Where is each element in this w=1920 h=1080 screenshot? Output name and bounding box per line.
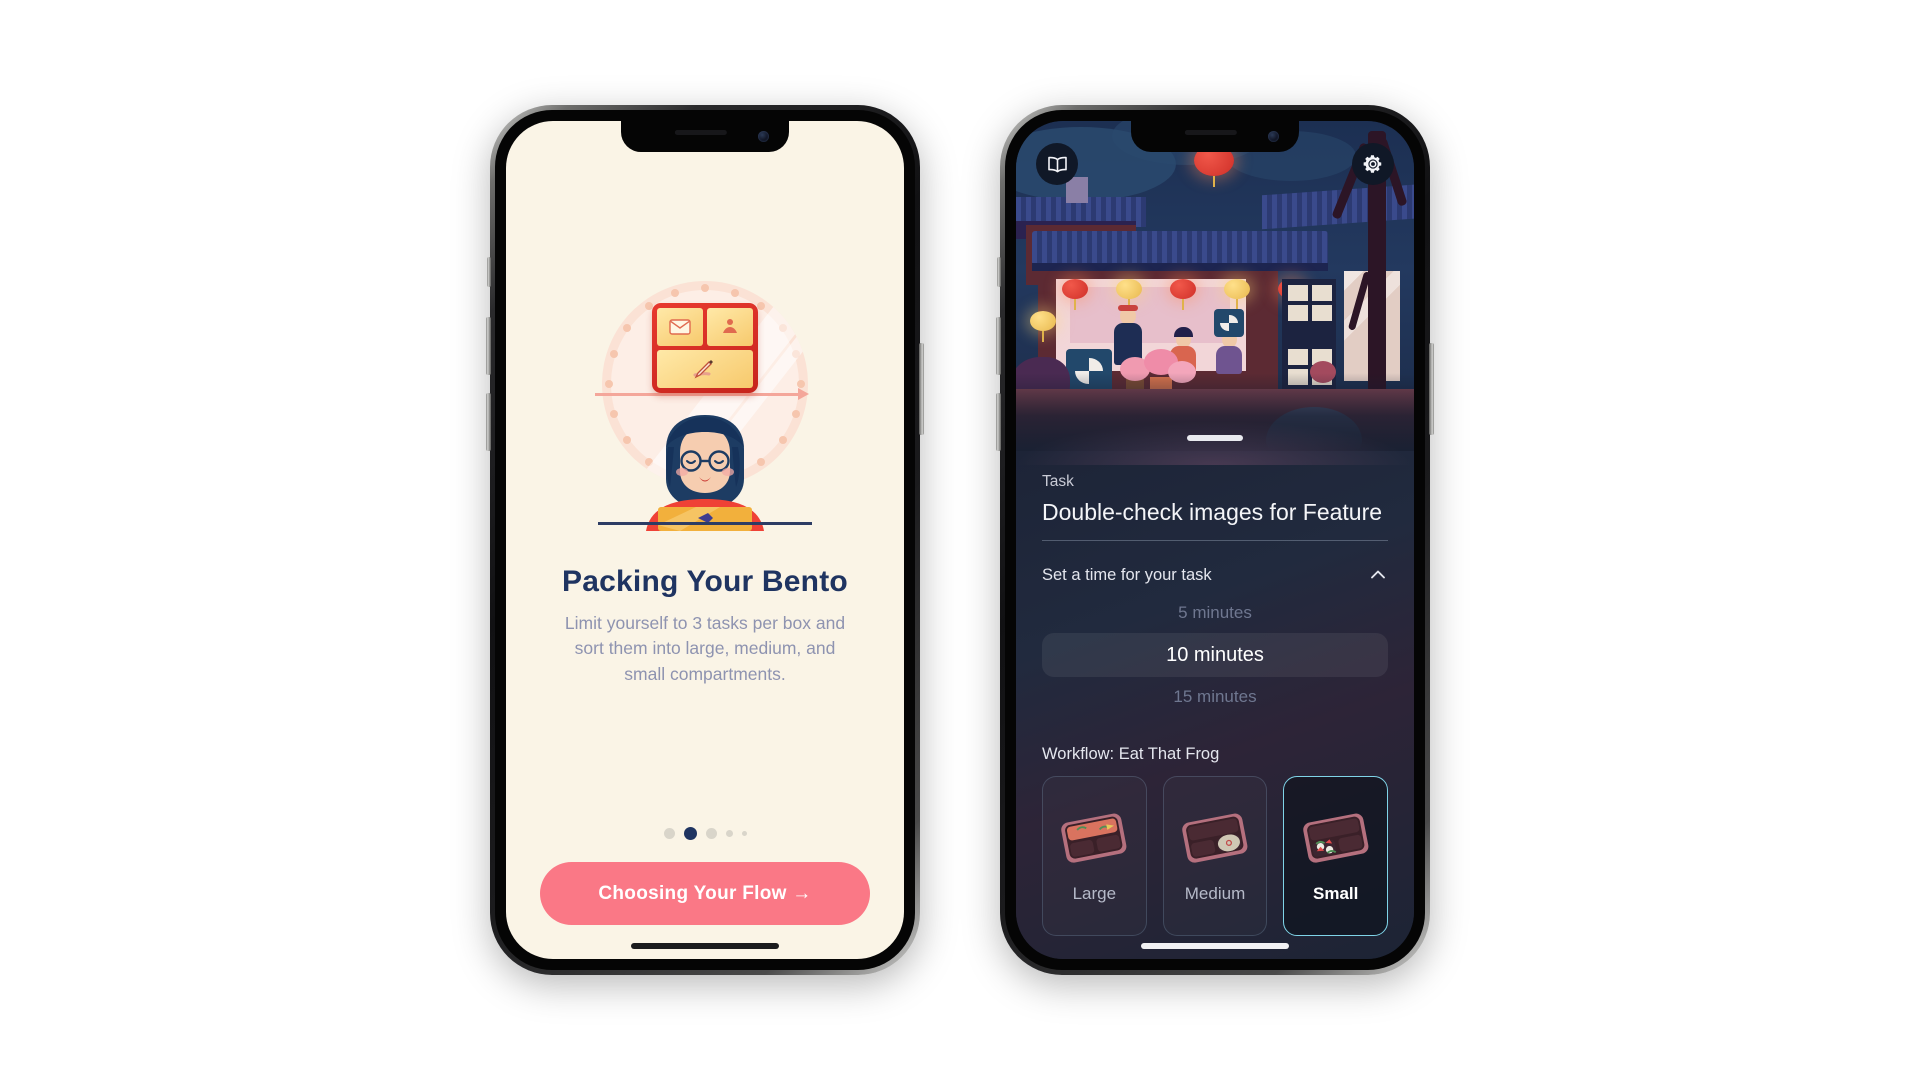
pagination-dot-2[interactable] [705,828,717,839]
power-button[interactable] [1429,343,1434,435]
scene-night-izakaya [1016,121,1414,451]
pagination-dot-4[interactable] [741,831,747,836]
writing-icon [657,350,753,388]
bento-size-cards[interactable]: Large Medium Small [1042,776,1389,959]
task-bottom-sheet: Task Double-check images for Feature Set… [1016,421,1414,959]
time-picker-header[interactable]: Set a time for your task [1042,565,1388,585]
screenshot-stage: Packing Your Bento Limit yourself to 3 t… [0,0,1920,1080]
sheet-drag-handle[interactable] [1187,435,1243,441]
time-option-15-minutes[interactable]: 15 minutes [1042,677,1388,717]
gear-icon[interactable] [1352,143,1394,185]
home-indicator[interactable] [1141,943,1289,949]
desk-line [598,522,812,525]
home-indicator[interactable] [631,943,779,949]
mute-switch[interactable] [997,257,1001,287]
page-title: Packing Your Bento [562,565,848,598]
time-picker-options[interactable]: 5 minutes 10 minutes 15 minutes [1042,593,1388,717]
notch [1131,121,1299,152]
pagination-dot-0[interactable] [663,828,675,839]
mute-switch[interactable] [487,257,491,287]
screen-task: Task Double-check images for Feature Set… [1016,121,1414,959]
onboarding-page: Packing Your Bento Limit yourself to 3 t… [506,121,904,959]
time-picker-label: Set a time for your task [1042,565,1212,584]
notch [621,121,789,152]
earpiece-speaker [674,130,727,135]
person-illustration [646,415,764,531]
bento-card-label: Medium [1184,884,1246,903]
bento-card-large[interactable]: Large [1042,776,1147,936]
pagination-dots[interactable] [663,827,747,840]
bento-card-small[interactable]: Small [1283,776,1389,936]
next-step-button[interactable]: Choosing Your Flow → [540,862,870,925]
phone-left-onboarding: Packing Your Bento Limit yourself to 3 t… [486,105,924,975]
power-button[interactable] [919,343,924,435]
chevron-up-icon[interactable] [1368,565,1388,585]
fan-sign-icon [1214,309,1244,337]
screen-onboarding: Packing Your Bento Limit yourself to 3 t… [506,121,904,959]
bento-card-label: Small [1313,884,1359,903]
volume-up-button[interactable] [486,317,491,375]
phone-right-task: Task Double-check images for Feature Set… [996,105,1434,975]
gear-icon-glyph [1363,155,1382,173]
earpiece-speaker [1184,130,1237,135]
page-description: Limit yourself to 3 tasks per box and so… [564,613,846,684]
phone-bezel: Packing Your Bento Limit yourself to 3 t… [495,110,915,970]
volume-down-button[interactable] [996,393,1001,451]
time-option-5-minutes[interactable]: 5 minutes [1042,593,1388,633]
bento-card-label: Large [1072,884,1117,903]
task-field-label: Task [1042,473,1074,490]
task-name-input[interactable]: Double-check images for Feature [1042,499,1388,541]
pagination-dot-3[interactable] [725,830,733,837]
book-icon[interactable] [1036,143,1078,185]
pagination-dot-1[interactable] [683,827,697,840]
meditation-icon [707,308,753,346]
bento-box-medium-icon [1182,813,1248,863]
time-option-10-minutes[interactable]: 10 minutes [1042,633,1388,677]
illustration-shelf-line [595,388,809,400]
volume-down-button[interactable] [486,393,491,451]
book-icon-glyph [1047,156,1067,172]
front-camera [1268,131,1279,142]
bento-box-large-icon [1061,813,1127,863]
volume-up-button[interactable] [996,317,1001,375]
workflow-label: Workflow: Eat That Frog [1042,745,1220,763]
bento-card-medium[interactable]: Medium [1162,776,1268,936]
front-camera [758,131,769,142]
bento-box-illustration [652,303,758,393]
onboarding-illustration [590,281,820,531]
phone-bezel: Task Double-check images for Feature Set… [1005,110,1425,970]
task-screen: Task Double-check images for Feature Set… [1016,121,1414,959]
bento-box-small-icon [1302,813,1369,863]
envelope-icon [657,308,703,346]
